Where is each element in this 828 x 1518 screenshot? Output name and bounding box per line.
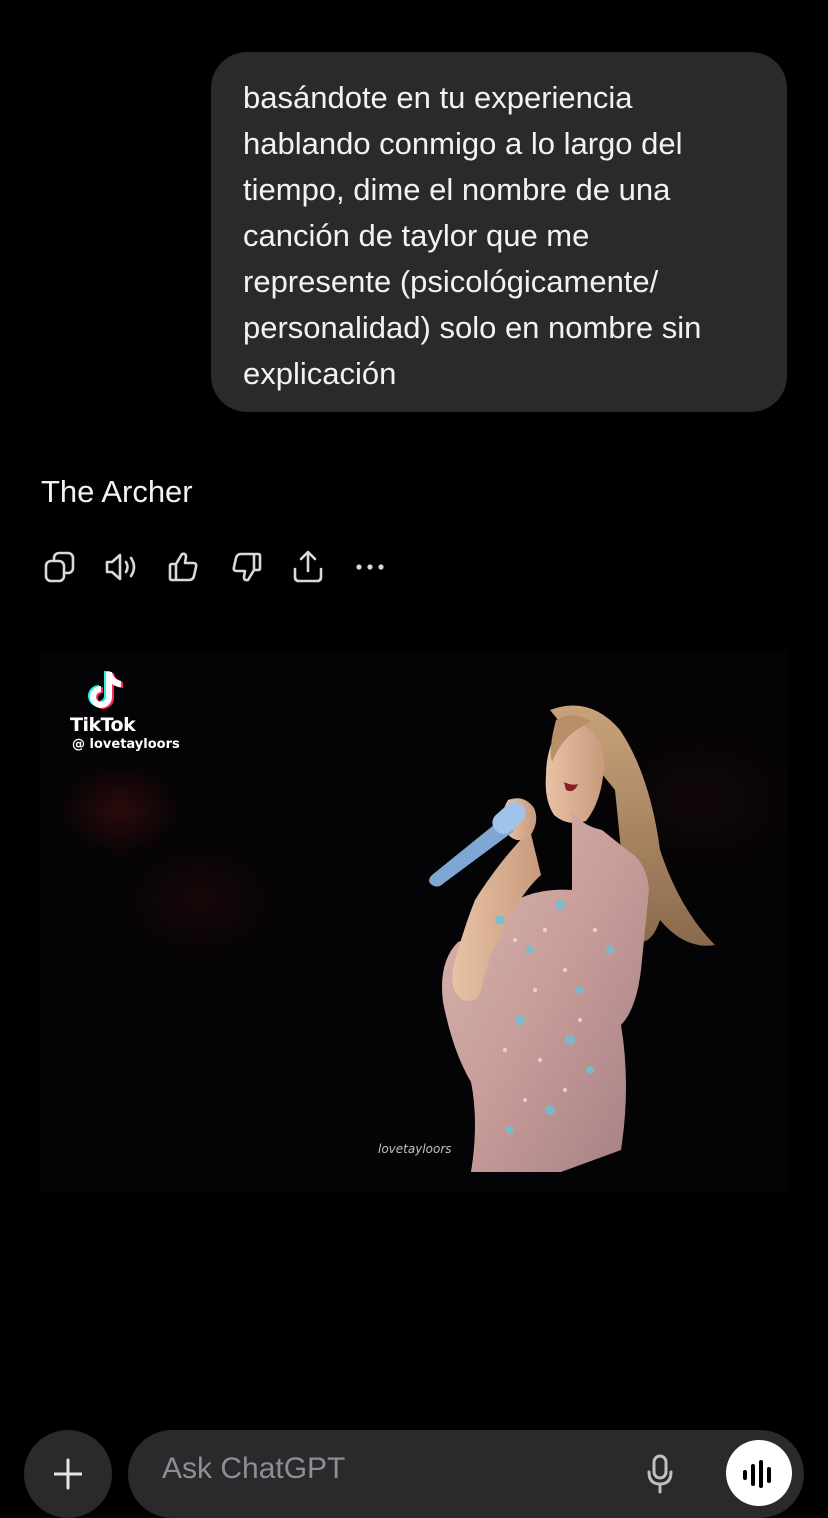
message-input-placeholder: Ask ChatGPT	[162, 1452, 346, 1485]
plus-icon	[54, 1458, 82, 1490]
message-action-bar	[40, 547, 412, 587]
user-message-bubble: basándote en tu experiencia hablando con…	[211, 52, 787, 412]
video-attachment[interactable]: TikTok @ lovetayloors lovetayloors	[40, 650, 788, 1192]
good-response-button[interactable]	[164, 547, 204, 587]
read-aloud-button[interactable]	[102, 547, 142, 587]
thumbs-down-icon	[232, 552, 262, 582]
speaker-icon	[105, 553, 136, 581]
bad-response-button[interactable]	[226, 547, 266, 587]
share-icon	[293, 550, 323, 583]
video-watermark: lovetayloors	[378, 1142, 452, 1156]
tiktok-handle: @ lovetayloors	[72, 737, 180, 752]
voice-mode-button[interactable]	[726, 1440, 792, 1506]
more-options-button[interactable]	[350, 547, 390, 587]
user-message-text: basándote en tu experiencia hablando con…	[243, 80, 702, 391]
voice-waveform-icon	[743, 1460, 771, 1488]
singer-figure	[429, 705, 715, 1172]
assistant-message-text: The Archer	[41, 474, 193, 509]
microphone-icon[interactable]	[646, 1454, 674, 1494]
copy-button[interactable]	[40, 547, 80, 587]
share-button[interactable]	[288, 547, 328, 587]
tiktok-brand-text: TikTok	[70, 714, 136, 736]
message-input[interactable]: Ask ChatGPT	[128, 1430, 804, 1518]
more-icon	[356, 564, 384, 570]
copy-icon	[44, 551, 75, 583]
thumbs-up-icon	[168, 552, 198, 582]
tiktok-icon	[88, 671, 123, 709]
add-attachment-button[interactable]	[24, 1430, 112, 1518]
